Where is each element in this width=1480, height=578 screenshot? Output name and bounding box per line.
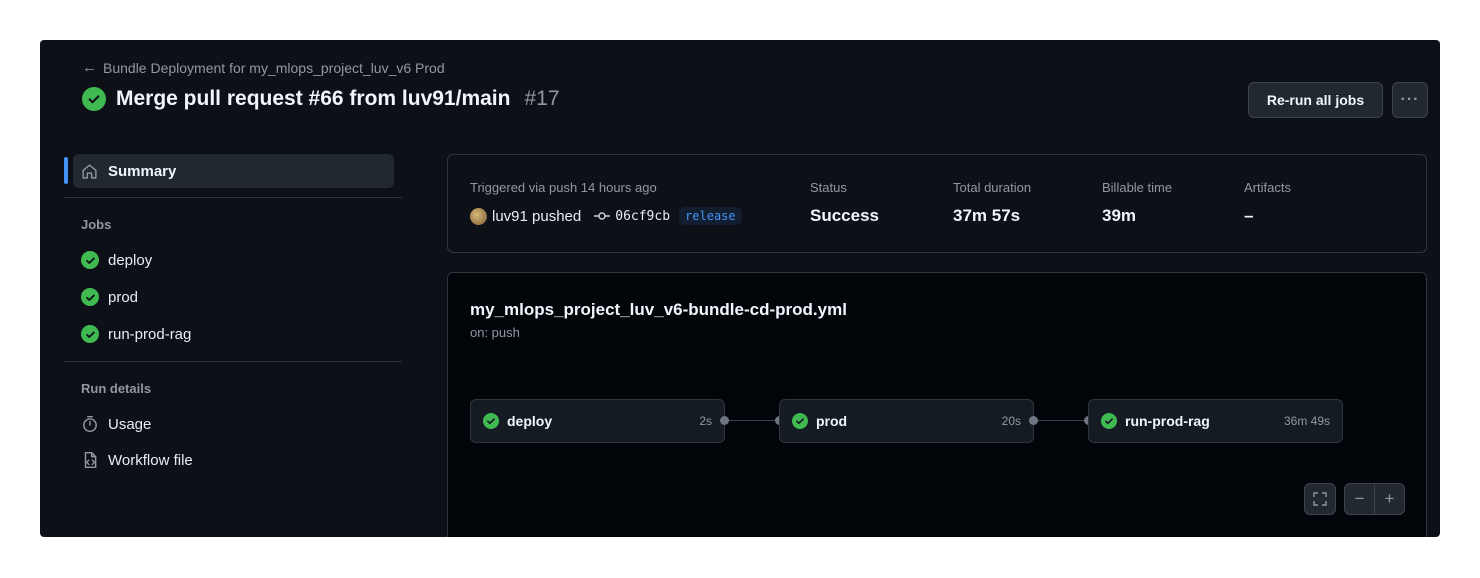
run-number: #17 xyxy=(524,87,560,110)
sidebar-divider xyxy=(64,197,402,198)
artifacts-value: – xyxy=(1244,206,1254,225)
run-details-heading: Run details xyxy=(81,381,152,396)
sidebar-item-label: run-prod-rag xyxy=(108,325,192,343)
check-circle-icon xyxy=(792,413,808,429)
sidebar-divider xyxy=(64,361,402,362)
sidebar-item-label: deploy xyxy=(108,251,153,269)
job-duration: 20s xyxy=(1001,414,1021,428)
actor-pushed[interactable]: luv91 pushed xyxy=(492,208,581,225)
job-name: prod xyxy=(816,413,848,429)
sidebar-item-run-prod-rag[interactable]: run-prod-rag xyxy=(81,322,191,346)
back-link[interactable]: ← Bundle Deployment for my_mlops_project… xyxy=(82,59,445,76)
check-circle-icon xyxy=(483,413,499,429)
workflow-file-name: my_mlops_project_luv_v6-bundle-cd-prod.y… xyxy=(470,300,847,319)
job-connector xyxy=(1038,420,1084,421)
page-title: Merge pull request #66 from luv91/main #… xyxy=(82,87,560,111)
sidebar-item-label: Workflow file xyxy=(108,451,193,469)
run-summary-card: Triggered via push 14 hours ago luv91 pu… xyxy=(447,154,1427,253)
duration-value: 37m 57s xyxy=(953,206,1021,225)
branch-badge[interactable]: release xyxy=(679,207,742,225)
jobs-heading: Jobs xyxy=(81,217,112,232)
job-duration: 2s xyxy=(699,414,712,428)
commit-sha-link[interactable]: 06cf9cb xyxy=(615,209,670,224)
workflow-graph-card: my_mlops_project_luv_v6-bundle-cd-prod.y… xyxy=(447,272,1427,537)
job-name: deploy xyxy=(507,413,553,429)
arrow-left-icon: ← xyxy=(82,59,97,76)
rerun-all-jobs-button[interactable]: Re-run all jobs xyxy=(1248,82,1383,118)
output-port xyxy=(720,416,729,425)
status-value: Success xyxy=(810,206,879,225)
graph-job-deploy[interactable]: deploy 2s xyxy=(470,399,725,443)
sidebar-item-usage[interactable]: Usage xyxy=(81,412,151,436)
trigger-details: luv91 pushed 06cf9cb release xyxy=(470,207,742,225)
fullscreen-icon xyxy=(1312,491,1328,507)
avatar[interactable] xyxy=(470,207,487,225)
artifacts-label: Artifacts xyxy=(1244,180,1291,195)
file-code-icon xyxy=(81,451,99,469)
graph-job-prod[interactable]: prod 20s xyxy=(779,399,1034,443)
check-circle-icon xyxy=(1101,413,1117,429)
run-title: Merge pull request #66 from luv91/main xyxy=(116,87,511,110)
sidebar-item-prod[interactable]: prod xyxy=(81,285,138,309)
status-label: Status xyxy=(810,180,847,195)
fullscreen-button[interactable] xyxy=(1304,483,1336,515)
duration-label: Total duration xyxy=(953,180,1032,195)
billable-value: 39m xyxy=(1102,206,1137,225)
sidebar-item-deploy[interactable]: deploy xyxy=(81,248,152,272)
billable-label: Billable time xyxy=(1102,180,1173,195)
plus-icon: + xyxy=(1384,489,1395,508)
sidebar-item-summary[interactable]: Summary xyxy=(73,154,394,188)
job-name: run-prod-rag xyxy=(1125,413,1210,429)
graph-job-run-prod-rag[interactable]: run-prod-rag 36m 49s xyxy=(1088,399,1343,443)
more-options-button[interactable]: ··· xyxy=(1392,82,1428,118)
home-icon xyxy=(81,163,98,180)
minus-icon: − xyxy=(1354,489,1365,508)
sidebar-item-workflow-file[interactable]: Workflow file xyxy=(81,448,193,472)
trigger-label: Triggered via push 14 hours ago xyxy=(470,180,657,195)
back-link-label: Bundle Deployment for my_mlops_project_l… xyxy=(103,59,445,76)
sidebar-item-label: Usage xyxy=(108,415,152,433)
workflow-trigger: on: push xyxy=(470,325,520,340)
zoom-in-button[interactable]: + xyxy=(1374,483,1405,515)
stopwatch-icon xyxy=(81,415,99,433)
zoom-out-button[interactable]: − xyxy=(1344,483,1375,515)
sidebar-item-label: prod xyxy=(108,288,139,306)
check-circle-icon xyxy=(81,251,99,269)
job-duration: 36m 49s xyxy=(1283,414,1330,428)
check-circle-icon xyxy=(82,87,106,111)
workflow-run-page: ← Bundle Deployment for my_mlops_project… xyxy=(40,40,1440,537)
sidebar-item-label: Summary xyxy=(108,162,177,180)
check-circle-icon xyxy=(81,325,99,343)
output-port xyxy=(1029,416,1038,425)
job-connector xyxy=(729,420,775,421)
check-circle-icon xyxy=(81,288,99,306)
git-commit-icon xyxy=(594,210,611,222)
active-indicator xyxy=(64,157,68,184)
